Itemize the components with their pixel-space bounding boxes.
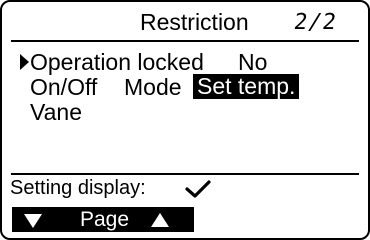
lcd-screen: Restriction 2/2 Operation locked No On/O… — [0, 0, 370, 240]
page-nav-label: Page — [80, 208, 130, 231]
setting-display-label: Setting display: — [10, 177, 146, 199]
screen-title: Restriction — [140, 9, 249, 35]
check-icon — [185, 180, 211, 198]
vane-item[interactable]: Vane — [30, 100, 82, 124]
footer-divider — [11, 173, 359, 175]
mode-item[interactable]: Mode — [124, 75, 182, 99]
down-arrow-icon[interactable] — [24, 214, 42, 228]
operation-locked-value[interactable]: No — [238, 50, 267, 74]
on-off-item[interactable]: On/Off — [30, 75, 97, 99]
page-indicator: 2/2 — [292, 10, 339, 35]
operation-locked-label[interactable]: Operation locked — [30, 50, 204, 74]
selection-cursor-icon — [20, 54, 29, 70]
up-arrow-icon[interactable] — [151, 213, 169, 227]
title-divider — [11, 40, 359, 42]
set-temp-item[interactable]: Set temp. — [193, 74, 300, 99]
